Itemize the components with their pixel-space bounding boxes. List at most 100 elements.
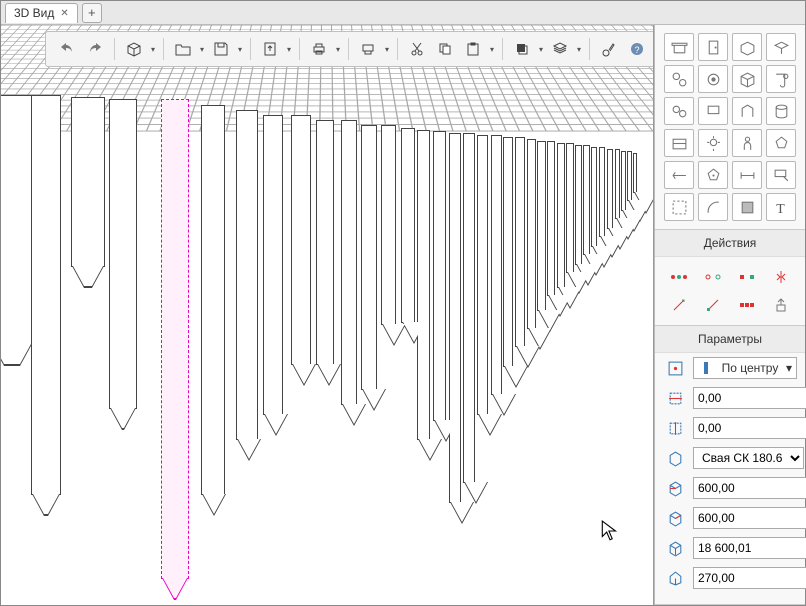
tool-morph[interactable]: [766, 129, 796, 157]
pile[interactable]: [575, 145, 582, 265]
pile[interactable]: [433, 131, 446, 421]
action-elevate[interactable]: [766, 293, 796, 317]
tool-text[interactable]: T: [766, 193, 796, 221]
profile-select[interactable]: Свая СК 180.6: [693, 447, 804, 469]
open-button[interactable]: [170, 36, 196, 62]
pile[interactable]: [591, 147, 597, 247]
layers-button[interactable]: [547, 36, 573, 62]
dropdown-icon[interactable]: ▾: [488, 45, 496, 54]
pile[interactable]: [503, 137, 513, 367]
publish-button[interactable]: [257, 36, 283, 62]
print-button[interactable]: [306, 36, 332, 62]
tool-extrude[interactable]: [732, 33, 762, 61]
tool-link[interactable]: [664, 65, 694, 93]
action-scale[interactable]: [698, 293, 728, 317]
height-input[interactable]: [693, 567, 806, 589]
tool-label[interactable]: [766, 161, 796, 189]
pile[interactable]: [566, 143, 574, 273]
pile[interactable]: [341, 120, 357, 405]
dropdown-icon[interactable]: ▾: [149, 45, 157, 54]
action-snap-distance[interactable]: [732, 265, 762, 289]
tool-cube[interactable]: [732, 65, 762, 93]
tool-fill[interactable]: [732, 193, 762, 221]
pile[interactable]: [537, 141, 546, 311]
offset-y-input[interactable]: [693, 417, 806, 439]
tool-dim[interactable]: [732, 161, 762, 189]
dropdown-icon[interactable]: ▾: [285, 45, 293, 54]
alignment-select[interactable]: По центру ▾: [693, 357, 797, 379]
pile[interactable]: [607, 149, 613, 229]
pile[interactable]: [109, 99, 137, 409]
new-button[interactable]: [121, 36, 147, 62]
dropdown-icon[interactable]: ▾: [334, 45, 342, 54]
tool-door[interactable]: [698, 33, 728, 61]
save-button[interactable]: [208, 36, 234, 62]
action-multiply[interactable]: [732, 293, 762, 317]
cut-button[interactable]: [404, 36, 430, 62]
pile[interactable]: [417, 130, 430, 440]
pile[interactable]: [31, 95, 61, 495]
new-tab-button[interactable]: +: [82, 3, 102, 23]
tool-light[interactable]: [698, 129, 728, 157]
pile[interactable]: [583, 145, 590, 255]
pile[interactable]: [291, 115, 311, 365]
settings-button[interactable]: [596, 36, 622, 62]
pile[interactable]: [201, 105, 225, 495]
pile[interactable]: [381, 125, 396, 325]
dropdown-icon[interactable]: ▾: [537, 45, 545, 54]
pile[interactable]: [463, 133, 475, 483]
tab-3d-view[interactable]: 3D Вид ✕: [5, 3, 78, 23]
tool-person[interactable]: [732, 129, 762, 157]
pile[interactable]: [263, 115, 283, 415]
pile-selected[interactable]: [161, 99, 189, 579]
pile[interactable]: [527, 139, 536, 329]
dropdown-icon[interactable]: ▾: [575, 45, 583, 54]
dropdown-icon[interactable]: ▾: [198, 45, 206, 54]
pile[interactable]: [599, 147, 605, 237]
pile[interactable]: [627, 151, 632, 201]
pile[interactable]: [491, 135, 502, 395]
tool-target[interactable]: [698, 65, 728, 93]
dropdown-icon[interactable]: ▾: [236, 45, 244, 54]
tool-roll[interactable]: [766, 65, 796, 93]
undo-button[interactable]: [54, 36, 80, 62]
pile[interactable]: [515, 137, 525, 347]
dropdown-icon[interactable]: ▾: [383, 45, 391, 54]
pile[interactable]: [316, 120, 334, 365]
paste-button[interactable]: [460, 36, 486, 62]
tool-poly[interactable]: [698, 161, 728, 189]
pile[interactable]: [361, 125, 377, 390]
pile[interactable]: [71, 97, 105, 267]
pile[interactable]: [633, 153, 637, 193]
action-snap-midpoint[interactable]: [698, 265, 728, 289]
pile[interactable]: [236, 110, 258, 440]
length-input[interactable]: [693, 537, 806, 559]
copy-button[interactable]: [432, 36, 458, 62]
pile[interactable]: [401, 128, 415, 323]
close-icon[interactable]: ✕: [60, 8, 68, 19]
tool-marquee[interactable]: [664, 193, 694, 221]
pile[interactable]: [615, 149, 620, 219]
pile[interactable]: [557, 143, 565, 288]
width-input[interactable]: [693, 477, 806, 499]
pile[interactable]: [547, 141, 555, 296]
pile[interactable]: [621, 151, 626, 211]
pile[interactable]: [477, 135, 488, 415]
pile[interactable]: [449, 133, 461, 503]
action-mirror[interactable]: [766, 265, 796, 289]
action-rotate[interactable]: [664, 293, 694, 317]
tool-level[interactable]: [664, 161, 694, 189]
tool-room[interactable]: [664, 129, 694, 157]
plot-button[interactable]: [355, 36, 381, 62]
tool-cylinder[interactable]: [766, 97, 796, 125]
redo-button[interactable]: [82, 36, 108, 62]
viewport[interactable]: ▾ ▾ ▾ ▾ ▾ ▾ ▾: [1, 25, 654, 605]
move-front-button[interactable]: [509, 36, 535, 62]
action-snap-endpoint[interactable]: [664, 265, 694, 289]
help-button[interactable]: ?: [624, 36, 650, 62]
dropdown-icon[interactable]: ▾: [652, 45, 654, 54]
depth-input[interactable]: [693, 507, 806, 529]
tool-table[interactable]: [664, 33, 694, 61]
pile[interactable]: [1, 95, 33, 345]
tool-profile[interactable]: [732, 97, 762, 125]
